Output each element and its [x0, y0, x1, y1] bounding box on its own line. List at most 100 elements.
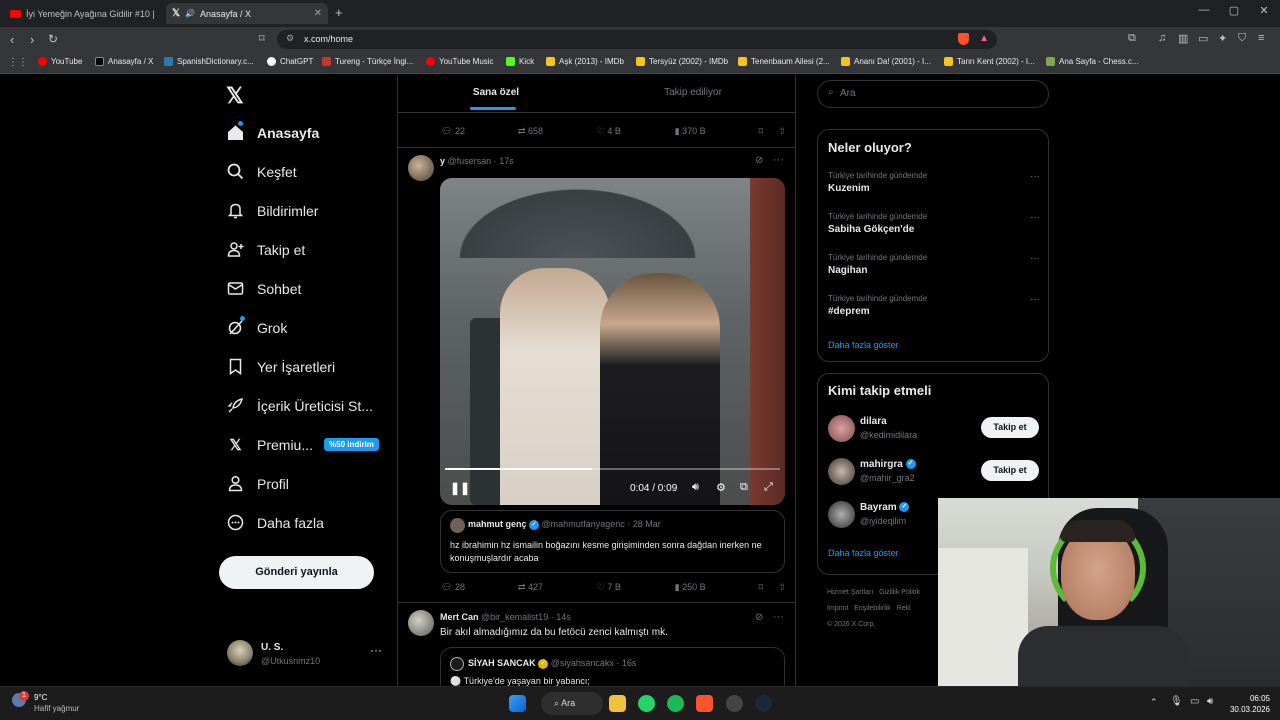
- bookmark-item[interactable]: SpanishDictionary.c...: [164, 57, 254, 66]
- reply-button[interactable]: 💬︎ 22: [441, 126, 518, 137]
- quoted-tweet[interactable]: SİYAH SANCAK ✓ @siyahsancakx · 16s ⚪ Tür…: [440, 647, 785, 686]
- reply-button[interactable]: 💬︎ 28: [441, 582, 518, 593]
- author-handle[interactable]: @fusersan: [448, 156, 492, 166]
- trend-item[interactable]: Türkiye tarihinde gündemde #deprem ···: [828, 294, 1040, 317]
- volume-icon[interactable]: 🔊︎: [1207, 696, 1213, 707]
- volume-icon[interactable]: 🔊︎: [692, 481, 699, 494]
- tray-chevron-icon[interactable]: ⌃: [1150, 697, 1158, 708]
- bookmark-item[interactable]: Tureng - Türkçe İngi...: [322, 57, 413, 66]
- like-button[interactable]: ♡ 7 B: [597, 582, 675, 593]
- url-field[interactable]: ⚙ x.com/home ▲: [277, 30, 997, 49]
- sidebar-icon[interactable]: ▥: [1178, 32, 1188, 45]
- fullscreen-icon[interactable]: ⤢: [764, 481, 773, 494]
- bookmark-item[interactable]: Kick: [506, 57, 534, 66]
- file-explorer-icon[interactable]: [609, 695, 626, 712]
- footer-link[interactable]: Hizmet Şartları: [827, 589, 873, 596]
- minimize-button[interactable]: —: [1189, 4, 1219, 16]
- bookmark-page-icon[interactable]: ⌑: [259, 32, 265, 45]
- vpn-icon[interactable]: ⛉: [1238, 32, 1246, 45]
- views-button[interactable]: ▮ 250 B: [675, 582, 759, 593]
- close-tab-icon[interactable]: ✕: [314, 8, 322, 19]
- new-tab-button[interactable]: +: [335, 5, 343, 20]
- wallet-icon[interactable]: ▭: [1198, 32, 1208, 45]
- suggested-user-name-row[interactable]: mahirgra ✓: [860, 459, 916, 470]
- pause-icon[interactable]: ❚❚: [450, 481, 470, 495]
- video-progress-track[interactable]: [445, 468, 780, 470]
- forward-icon[interactable]: ›: [30, 32, 34, 47]
- grok-icon[interactable]: ⊘: [755, 155, 763, 166]
- maximize-button[interactable]: ▢: [1219, 4, 1249, 17]
- bookmark-item[interactable]: Aşk (2013) - IMDb: [546, 57, 624, 66]
- bookmark-item[interactable]: ChatGPT: [267, 57, 313, 66]
- suggested-user-name[interactable]: dilara: [860, 416, 887, 427]
- tweet-time[interactable]: · 17s: [494, 156, 514, 166]
- show-more-link[interactable]: Daha fazla göster: [828, 340, 899, 350]
- bookmark-icon[interactable]: ⌑: [758, 582, 778, 593]
- account-switcher[interactable]: U. S. @Utkusnmz10 ···: [219, 635, 387, 675]
- avatar[interactable]: [408, 610, 434, 636]
- author-handle[interactable]: @bir_kemalist19: [481, 612, 548, 622]
- music-icon[interactable]: ♫: [1158, 32, 1166, 44]
- more-icon[interactable]: ···: [773, 154, 784, 166]
- video-player[interactable]: ❚❚ 0:04 / 0:09 🔊︎ ⚙ ⧉ ⤢: [440, 178, 785, 505]
- sidebar-item-explore[interactable]: Keşfet: [227, 163, 297, 180]
- settings-icon[interactable]: ⚙: [716, 481, 726, 494]
- network-icon[interactable]: ▭: [1190, 696, 1199, 707]
- browser-tab-x[interactable]: 𝕏 🔊 Anasayfa / X ✕: [166, 3, 328, 24]
- trend-item[interactable]: Türkiye tarihinde gündemde Nagihan ···: [828, 253, 1040, 276]
- more-icon[interactable]: ···: [1030, 253, 1040, 264]
- site-info-icon[interactable]: ⚙: [286, 33, 294, 44]
- sidebar-item-home[interactable]: Anasayfa: [227, 121, 319, 141]
- clock[interactable]: 06:05 30.03.2026: [1226, 693, 1270, 715]
- suggested-user-name-row[interactable]: Bayram ✓: [860, 502, 910, 513]
- bookmark-icon[interactable]: ⌑: [758, 126, 778, 137]
- more-icon[interactable]: ···: [370, 643, 382, 657]
- post-button[interactable]: Gönderi yayınla: [219, 556, 374, 589]
- more-icon[interactable]: ···: [1030, 171, 1040, 182]
- trend-item[interactable]: Türkiye tarihinde gündemde Kuzenim ···: [828, 171, 1040, 194]
- taskbar-search[interactable]: ⌕ Ara: [541, 692, 603, 715]
- footer-link[interactable]: İmprint: [827, 605, 848, 612]
- show-more-link[interactable]: Daha fazla göster: [828, 548, 899, 558]
- grok-icon[interactable]: ⊘: [755, 612, 763, 623]
- tweet-time[interactable]: · 14s: [551, 612, 571, 622]
- like-button[interactable]: ♡ 4 B: [597, 126, 675, 137]
- sidebar-item-premium[interactable]: 𝕏 Premiu... %50 indirim: [227, 436, 379, 454]
- bookmark-item[interactable]: Tanrı Kent (2002) - I...: [944, 57, 1035, 66]
- sidebar-item-grok[interactable]: Grok: [227, 316, 287, 336]
- microphone-icon[interactable]: 🎙︎: [1170, 696, 1183, 707]
- tab-following[interactable]: Takip ediliyor: [648, 87, 738, 98]
- author-name[interactable]: y: [440, 156, 445, 166]
- more-icon[interactable]: ···: [1030, 294, 1040, 305]
- footer-link[interactable]: Gizlilik Politik: [879, 589, 920, 596]
- bookmark-item[interactable]: YouTube: [38, 57, 82, 66]
- sidebar-item-chat[interactable]: Sohbet: [227, 280, 301, 297]
- bookmark-item[interactable]: Anasayfa / X: [95, 57, 153, 66]
- app-icon[interactable]: [726, 695, 743, 712]
- tab-for-you[interactable]: Sana özel: [456, 87, 536, 98]
- search-input[interactable]: ⌕ Ara: [817, 80, 1049, 108]
- avatar[interactable]: [828, 458, 855, 485]
- quoted-tweet[interactable]: mahmut genç ✓ @mahmutfanyagenc · 28 Mar …: [440, 510, 785, 573]
- menu-icon[interactable]: ≡: [1258, 32, 1264, 44]
- author-name[interactable]: Mert Can: [440, 612, 479, 622]
- sidebar-item-bookmarks[interactable]: Yer İşaretleri: [227, 358, 335, 375]
- footer-link[interactable]: Rekl: [897, 605, 911, 612]
- avatar[interactable]: [828, 501, 855, 528]
- close-window-button[interactable]: ✕: [1249, 4, 1279, 17]
- views-button[interactable]: ▮ 370 B: [675, 126, 759, 137]
- leo-icon[interactable]: ✦: [1218, 32, 1227, 45]
- trend-item[interactable]: Türkiye tarihinde gündemde Sabiha Gökçen…: [828, 212, 1040, 235]
- bookmark-item[interactable]: Ana Sayfa - Chess.c...: [1046, 57, 1139, 66]
- media-icon[interactable]: ⧉: [1128, 32, 1136, 45]
- sidebar-item-creator-studio[interactable]: İçerik Üreticisi St...: [227, 397, 373, 414]
- whatsapp-icon[interactable]: [638, 695, 655, 712]
- sidebar-item-follow[interactable]: Takip et: [227, 241, 305, 258]
- sidebar-item-notifications[interactable]: Bildirimler: [227, 202, 318, 219]
- bookmark-item[interactable]: YouTube Music: [426, 57, 494, 66]
- brave-rewards-icon[interactable]: ▲: [979, 33, 989, 44]
- brave-icon[interactable]: [696, 695, 713, 712]
- footer-link[interactable]: Erişilebilirlik: [854, 605, 891, 612]
- repost-button[interactable]: ⇄ 427: [518, 582, 597, 593]
- sidebar-item-profile[interactable]: Profil: [227, 475, 289, 492]
